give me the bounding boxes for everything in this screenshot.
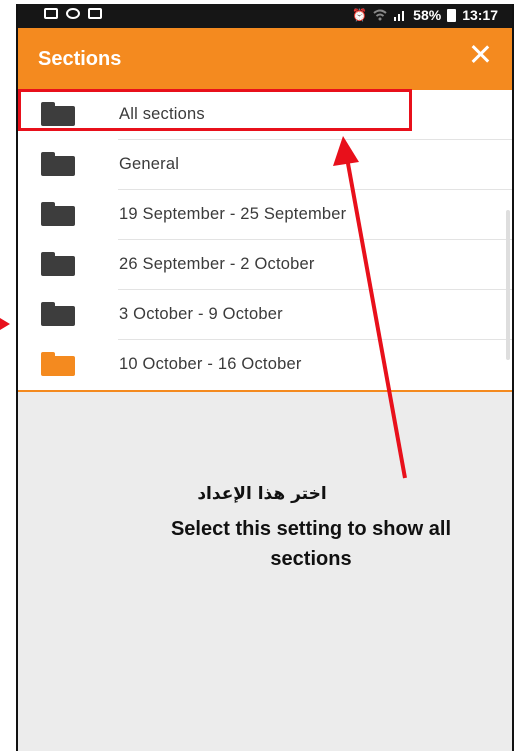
annotation-english: Select this setting to show all sections — [170, 518, 452, 570]
annotation-arrow — [333, 136, 407, 479]
side-arrow-icon — [0, 318, 10, 330]
annotation-arabic: اختر هذا الإعداد — [197, 484, 327, 504]
